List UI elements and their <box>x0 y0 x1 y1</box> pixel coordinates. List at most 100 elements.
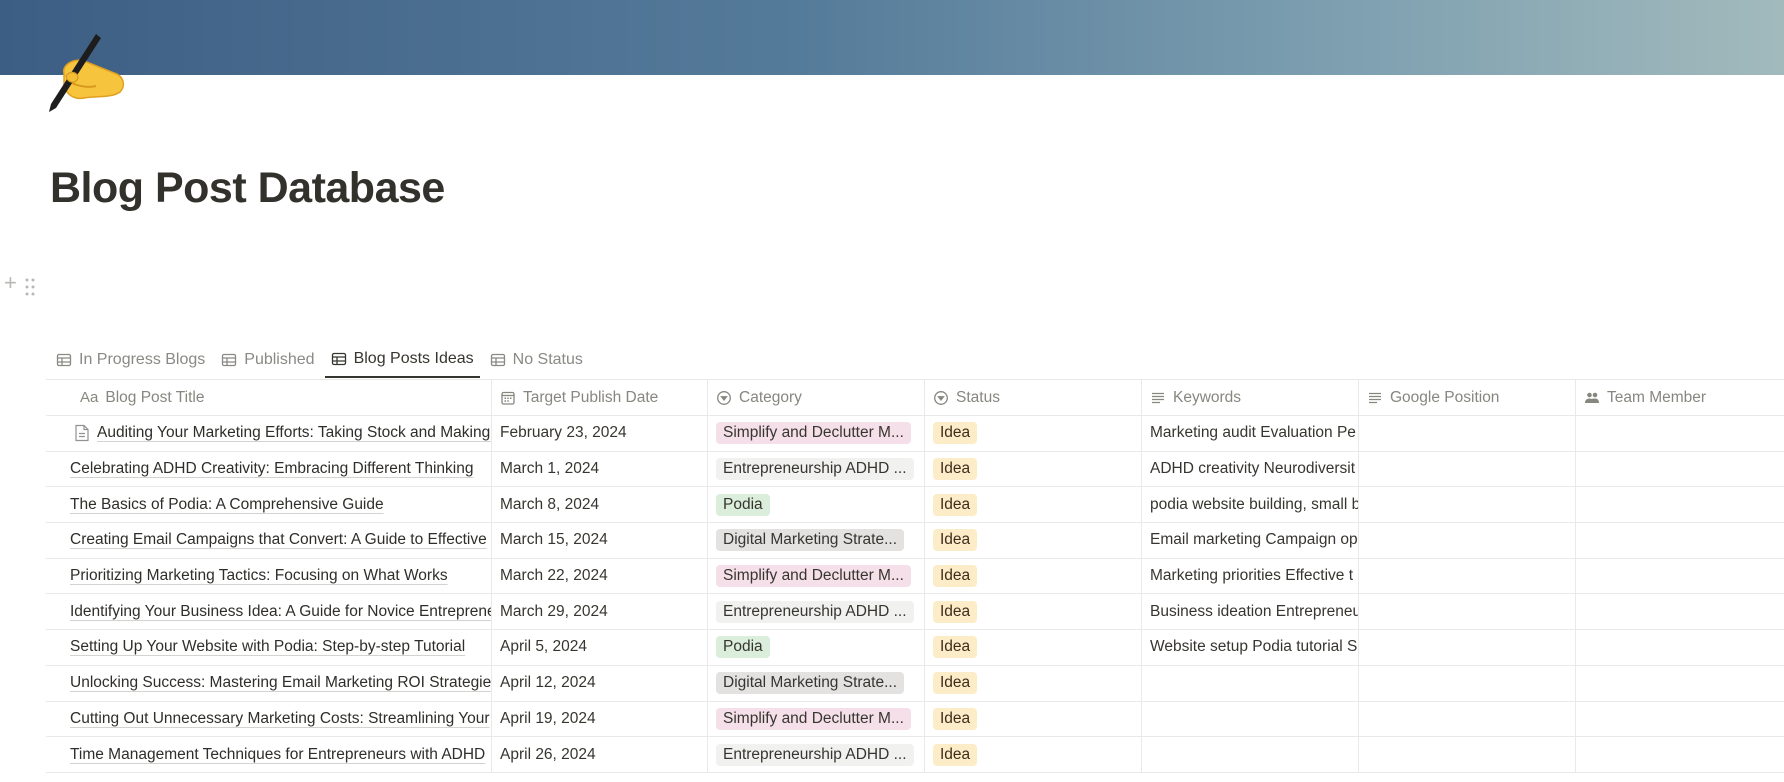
status-cell[interactable]: Idea <box>925 665 1142 701</box>
google-position-cell[interactable] <box>1359 487 1576 523</box>
blog-post-title[interactable]: Setting Up Your Website with Podia: Step… <box>70 638 465 656</box>
category-cell[interactable]: Simplify and Declutter M... <box>708 701 925 737</box>
add-block-icon[interactable]: + <box>4 270 17 296</box>
date-cell[interactable]: April 19, 2024 <box>492 701 708 737</box>
date-cell[interactable]: April 26, 2024 <box>492 737 708 772</box>
column-header[interactable]: Target Publish Date <box>492 380 708 415</box>
team-member-cell[interactable] <box>1576 666 1784 701</box>
keywords-cell[interactable] <box>1142 665 1359 701</box>
keywords-cell[interactable]: Website setup Podia tutorial S <box>1142 630 1359 665</box>
tab-published[interactable]: Published <box>215 342 320 378</box>
keywords-cell[interactable] <box>1142 737 1359 772</box>
google-position-cell[interactable] <box>1359 665 1576 701</box>
date-cell[interactable]: March 15, 2024 <box>492 523 708 558</box>
keywords-cell[interactable]: Email marketing Campaign op <box>1142 523 1359 558</box>
column-header[interactable]: Aa Blog Post Title <box>46 380 492 415</box>
table-row[interactable]: Celebrating ADHD Creativity: Embracing D… <box>46 451 1784 488</box>
team-member-cell[interactable] <box>1576 737 1784 772</box>
blog-post-title[interactable]: The Basics of Podia: A Comprehensive Gui… <box>70 496 384 514</box>
team-member-cell[interactable] <box>1576 452 1784 487</box>
category-cell[interactable]: Digital Marketing Strate... <box>708 523 925 558</box>
column-header[interactable]: Team Member <box>1576 380 1784 415</box>
category-cell[interactable]: Simplify and Declutter M... <box>708 558 925 594</box>
writing-hand-icon[interactable] <box>44 28 134 116</box>
tab-blog-posts-ideas[interactable]: Blog Posts Ideas <box>324 342 480 378</box>
date-cell[interactable]: April 12, 2024 <box>492 665 708 701</box>
google-position-cell[interactable] <box>1359 630 1576 665</box>
keywords-cell[interactable]: podia website building, small b <box>1142 487 1359 523</box>
blog-post-title[interactable]: Identifying Your Business Idea: A Guide … <box>70 603 491 621</box>
category-cell[interactable]: Podia <box>708 630 925 665</box>
blog-post-title[interactable]: Cutting Out Unnecessary Marketing Costs:… <box>70 710 490 728</box>
date-cell[interactable]: March 1, 2024 <box>492 451 708 487</box>
title-cell[interactable]: Cutting Out Unnecessary Marketing Costs:… <box>46 701 492 737</box>
blog-post-title[interactable]: Prioritizing Marketing Tactics: Focusing… <box>70 567 448 585</box>
status-cell[interactable]: Idea <box>925 737 1142 772</box>
keywords-cell[interactable]: Business ideation Entrepreneu <box>1142 594 1359 630</box>
cover-banner[interactable] <box>0 0 1784 75</box>
blog-post-title[interactable]: Auditing Your Marketing Efforts: Taking … <box>97 424 491 442</box>
team-member-cell[interactable] <box>1576 523 1784 558</box>
title-cell[interactable]: Setting Up Your Website with Podia: Step… <box>46 630 492 665</box>
drag-handle-icon[interactable] <box>25 278 35 296</box>
keywords-cell[interactable] <box>1142 701 1359 737</box>
category-cell[interactable]: Entrepreneurship ADHD ... <box>708 594 925 630</box>
blog-post-title[interactable]: Celebrating ADHD Creativity: Embracing D… <box>70 460 473 478</box>
google-position-cell[interactable] <box>1359 451 1576 487</box>
table-row[interactable]: Identifying Your Business Idea: A Guide … <box>46 594 1784 631</box>
status-cell[interactable]: Idea <box>925 594 1142 630</box>
table-row[interactable]: Auditing Your Marketing Efforts: Taking … <box>46 416 1784 452</box>
category-cell[interactable]: Entrepreneurship ADHD ... <box>708 451 925 487</box>
date-cell[interactable]: April 5, 2024 <box>492 630 708 665</box>
status-cell[interactable]: Idea <box>925 451 1142 487</box>
status-cell[interactable]: Idea <box>925 416 1142 451</box>
table-row[interactable]: Creating Email Campaigns that Convert: A… <box>46 523 1784 559</box>
google-position-cell[interactable] <box>1359 737 1576 772</box>
team-member-cell[interactable] <box>1576 559 1784 594</box>
tab-no-status[interactable]: No Status <box>484 342 589 378</box>
status-cell[interactable]: Idea <box>925 701 1142 737</box>
table-row[interactable]: Prioritizing Marketing Tactics: Focusing… <box>46 558 1784 595</box>
title-cell[interactable]: Prioritizing Marketing Tactics: Focusing… <box>46 558 492 594</box>
google-position-cell[interactable] <box>1359 701 1576 737</box>
title-cell[interactable]: Creating Email Campaigns that Convert: A… <box>46 523 492 558</box>
blog-post-title[interactable]: Unlocking Success: Mastering Email Marke… <box>70 674 491 692</box>
title-cell[interactable]: Unlocking Success: Mastering Email Marke… <box>46 665 492 701</box>
team-member-cell[interactable] <box>1576 702 1784 737</box>
google-position-cell[interactable] <box>1359 523 1576 558</box>
title-cell[interactable]: Identifying Your Business Idea: A Guide … <box>46 594 492 630</box>
team-member-cell[interactable] <box>1576 594 1784 629</box>
team-member-cell[interactable] <box>1576 416 1784 451</box>
column-header[interactable]: Status <box>925 380 1142 415</box>
keywords-cell[interactable]: Marketing audit Evaluation Pe <box>1142 416 1359 451</box>
blog-post-title[interactable]: Creating Email Campaigns that Convert: A… <box>70 531 487 549</box>
category-cell[interactable]: Simplify and Declutter M... <box>708 416 925 451</box>
date-cell[interactable]: March 8, 2024 <box>492 487 708 523</box>
status-cell[interactable]: Idea <box>925 523 1142 558</box>
title-cell[interactable]: Celebrating ADHD Creativity: Embracing D… <box>46 451 492 487</box>
table-row[interactable]: Setting Up Your Website with Podia: Step… <box>46 630 1784 666</box>
title-cell[interactable]: Time Management Techniques for Entrepren… <box>46 737 492 772</box>
column-header[interactable]: Google Position <box>1359 380 1576 415</box>
google-position-cell[interactable] <box>1359 416 1576 451</box>
team-member-cell[interactable] <box>1576 487 1784 522</box>
keywords-cell[interactable]: Marketing priorities Effective t <box>1142 558 1359 594</box>
column-header[interactable]: Keywords <box>1142 380 1359 415</box>
date-cell[interactable]: March 29, 2024 <box>492 594 708 630</box>
category-cell[interactable]: Digital Marketing Strate... <box>708 665 925 701</box>
tab-in-progress-blogs[interactable]: In Progress Blogs <box>50 342 211 378</box>
column-header[interactable]: Category <box>708 380 925 415</box>
category-cell[interactable]: Podia <box>708 487 925 523</box>
table-row[interactable]: The Basics of Podia: A Comprehensive Gui… <box>46 487 1784 524</box>
team-member-cell[interactable] <box>1576 630 1784 665</box>
google-position-cell[interactable] <box>1359 558 1576 594</box>
keywords-cell[interactable]: ADHD creativity Neurodiversit <box>1142 451 1359 487</box>
status-cell[interactable]: Idea <box>925 630 1142 665</box>
title-cell[interactable]: The Basics of Podia: A Comprehensive Gui… <box>46 487 492 523</box>
status-cell[interactable]: Idea <box>925 487 1142 523</box>
title-cell[interactable]: Auditing Your Marketing Efforts: Taking … <box>46 416 492 451</box>
blog-post-title[interactable]: Time Management Techniques for Entrepren… <box>70 746 485 764</box>
table-row[interactable]: Unlocking Success: Mastering Email Marke… <box>46 665 1784 702</box>
category-cell[interactable]: Entrepreneurship ADHD ... <box>708 737 925 772</box>
google-position-cell[interactable] <box>1359 594 1576 630</box>
